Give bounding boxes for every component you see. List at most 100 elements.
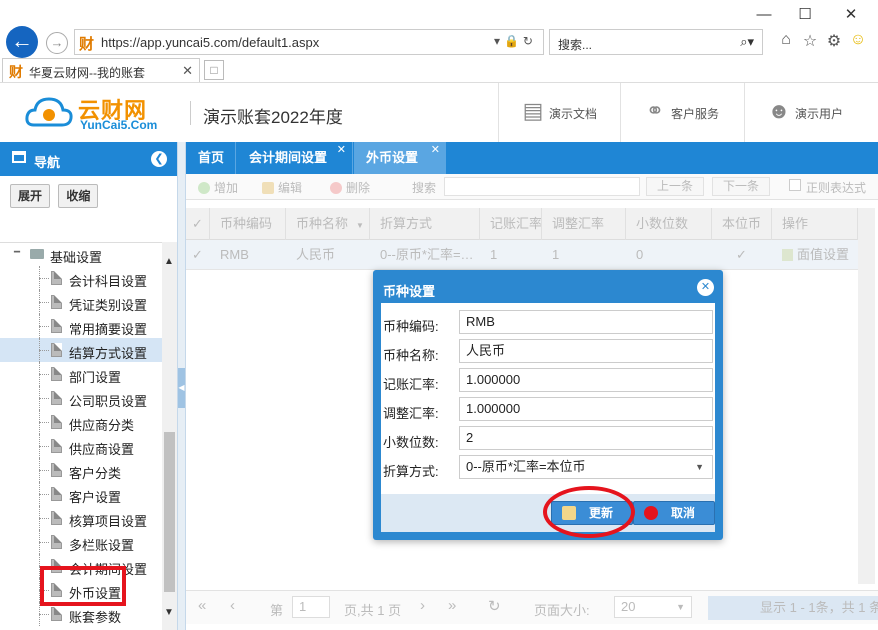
tab-home[interactable]: 首页 — [186, 142, 236, 174]
header-nav-service[interactable]: ⚭ 客户服务 — [620, 83, 744, 143]
tree-scrollbar[interactable]: ▲ ▼ — [162, 242, 177, 630]
grid-scrollbar[interactable] — [858, 208, 875, 584]
scroll-down-icon[interactable]: ▼ — [164, 607, 174, 618]
new-tab-button[interactable]: □ — [204, 60, 224, 80]
home-icon[interactable]: ⌂ — [776, 31, 796, 49]
header-nav-user[interactable]: ☻ 演示用户 — [744, 83, 878, 143]
prev-record-button[interactable]: 上一条 — [646, 177, 704, 196]
table-row[interactable]: ✓ RMB 人民币 0--原币*汇率=本位币 1 1 0 ✓ 面值设置 — [186, 240, 858, 270]
row-checkbox[interactable]: ✓ — [186, 240, 210, 270]
currency-code-input[interactable]: RMB — [459, 310, 713, 334]
field-label: 调整汇率: — [383, 406, 439, 421]
add-button[interactable]: 增加 — [198, 179, 238, 196]
browser-search-box[interactable]: 搜索... ⌕▾ — [549, 29, 763, 55]
col-header-adj-rate[interactable]: 调整汇率 — [542, 208, 626, 240]
collapse-button[interactable]: 收缩 — [58, 184, 99, 208]
conversion-method-select[interactable]: 0--原币*汇率=本位币 ▼ — [459, 455, 713, 479]
next-page-icon[interactable]: › — [420, 597, 425, 614]
minimize-icon[interactable]: — — [754, 6, 774, 24]
header-nav-label: 演示用户 — [795, 107, 844, 121]
forward-button[interactable]: → — [46, 32, 68, 54]
edit-button[interactable]: 编辑 — [262, 179, 302, 196]
regex-checkbox[interactable] — [789, 179, 801, 191]
refresh-icon[interactable]: ↻ — [488, 597, 501, 615]
annotation-highlight-box — [40, 566, 126, 606]
back-button[interactable]: ← — [6, 26, 38, 58]
col-header-book-rate[interactable]: 记账汇率 — [480, 208, 542, 240]
col-header-label: 币种名称 — [296, 216, 349, 231]
splitter-handle[interactable]: ◀ — [178, 368, 185, 408]
adjust-rate-input[interactable]: 1.000000 — [459, 397, 713, 421]
dialog-close-icon[interactable]: ✕ — [697, 279, 714, 296]
sidebar-item[interactable]: 结算方式设置 — [0, 338, 162, 362]
settings-gear-icon[interactable]: ⚙ — [824, 31, 844, 51]
sidebar-item[interactable]: 供应商设置 — [0, 434, 162, 458]
sort-caret-icon[interactable]: ▼ — [356, 221, 364, 230]
cancel-button[interactable]: 取消 — [633, 501, 715, 525]
tab-foreign-currency[interactable]: 外币设置 ✕ — [354, 142, 446, 174]
sidebar-item[interactable]: 客户设置 — [0, 482, 162, 506]
col-header-method[interactable]: 折算方式 — [370, 208, 480, 240]
next-record-button[interactable]: 下一条 — [712, 177, 770, 196]
search-input[interactable]: 搜索... — [558, 36, 592, 53]
last-page-icon[interactable]: » — [448, 597, 456, 614]
document-icon — [51, 295, 62, 309]
prev-page-icon[interactable]: ‹ — [230, 597, 235, 614]
sidebar-item[interactable]: 核算项目设置 — [0, 506, 162, 530]
address-url[interactable]: https://app.yuncai5.com/default1.aspx — [101, 35, 319, 50]
tab-close-icon[interactable]: ✕ — [182, 63, 193, 79]
sidebar-item[interactable]: 常用摘要设置 — [0, 314, 162, 338]
search-icon[interactable]: ⌕▾ — [740, 34, 754, 50]
favorites-star-icon[interactable]: ☆ — [800, 31, 820, 51]
currency-name-input[interactable]: 人民币 — [459, 339, 713, 363]
page-prefix: 第 — [270, 603, 284, 618]
face-value-label: 面值设置 — [797, 247, 850, 262]
sidebar-item[interactable]: 供应商分类 — [0, 410, 162, 434]
sidebar-item[interactable]: 客户分类 — [0, 458, 162, 482]
tab-accounting-period[interactable]: 会计期间设置 ✕ — [237, 142, 353, 174]
decimals-input[interactable]: 2 — [459, 426, 713, 450]
tree-root-basic-settings[interactable]: ━ 基础设置 — [0, 242, 162, 266]
grid-search-input[interactable] — [444, 177, 640, 196]
scroll-up-icon[interactable]: ▲ — [164, 256, 174, 267]
browser-tab[interactable]: 财 华夏云财网--我的账套 ✕ — [2, 58, 200, 82]
header-nav-docs[interactable]: ▤ 演示文档 — [498, 83, 620, 143]
tab-close-icon[interactable]: ✕ — [431, 134, 440, 166]
first-page-icon[interactable]: « — [198, 597, 206, 614]
smiley-feedback-icon[interactable]: ☺ — [848, 31, 868, 49]
col-header-decimals[interactable]: 小数位数 — [626, 208, 712, 240]
page-size-select[interactable]: 20 ▼ — [614, 596, 692, 618]
grid-toolbar: 增加 编辑 删除 搜索 上一条 下一条 正则表达式 — [186, 174, 878, 200]
sidebar-collapse-icon[interactable]: ❮ — [151, 151, 167, 167]
address-bar[interactable]: 财 https://app.yuncai5.com/default1.aspx … — [74, 29, 544, 55]
face-value-button[interactable]: 面值设置 — [772, 240, 858, 270]
sidebar-item[interactable]: 凭证类别设置 — [0, 290, 162, 314]
app-header: 云财网 YunCai5.Com 演示账套2022年度 ▤ 演示文档 ⚭ 客户服务… — [0, 82, 878, 143]
sidebar-item[interactable]: 多栏账设置 — [0, 530, 162, 554]
col-header-code[interactable]: 币种编码 — [210, 208, 286, 240]
book-rate-input[interactable]: 1.000000 — [459, 368, 713, 392]
cell-adj-rate: 1 — [552, 247, 560, 262]
browser-chrome: — ☐ ✕ ← → 财 https://app.yuncai5.com/defa… — [0, 0, 878, 82]
tab-close-icon[interactable]: ✕ — [337, 134, 346, 166]
scroll-thumb[interactable] — [164, 432, 175, 592]
add-icon — [198, 182, 210, 194]
sidebar-item[interactable]: 会计科目设置 — [0, 266, 162, 290]
sidebar-item[interactable]: 部门设置 — [0, 362, 162, 386]
tree-expander-icon[interactable]: ━ — [14, 247, 20, 258]
col-header-base[interactable]: 本位币 — [712, 208, 772, 240]
cell-decimals: 0 — [636, 247, 644, 262]
sidebar-item[interactable]: 公司职员设置 — [0, 386, 162, 410]
maximize-icon[interactable]: ☐ — [795, 6, 815, 24]
sidebar-splitter[interactable]: ◀ — [178, 142, 186, 630]
select-all-checkbox[interactable]: ✓ — [186, 208, 210, 240]
document-icon — [51, 439, 62, 453]
address-controls[interactable]: ▾🔒↻ — [494, 34, 537, 48]
close-window-icon[interactable]: ✕ — [841, 6, 861, 24]
col-header-action[interactable]: 操作 — [772, 208, 858, 240]
delete-button[interactable]: 删除 — [330, 179, 370, 196]
page-number-input[interactable]: 1 — [292, 596, 330, 618]
sidebar-item-label: 多栏账设置 — [69, 538, 135, 553]
col-header-name[interactable]: 币种名称 ▼ — [286, 208, 370, 240]
expand-button[interactable]: 展开 — [10, 184, 51, 208]
